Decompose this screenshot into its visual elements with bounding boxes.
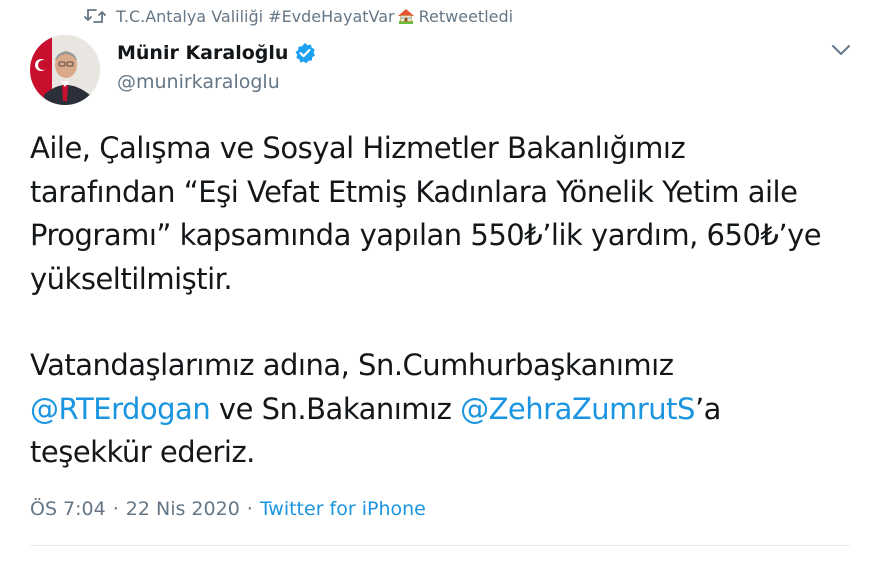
avatar-image xyxy=(30,35,100,105)
verified-badge-icon xyxy=(295,43,316,64)
avatar[interactable] xyxy=(30,35,100,105)
tweet-line: teşekkür ederiz. xyxy=(30,435,255,469)
retweet-icon xyxy=(84,9,106,23)
tweet-meta: ÖS 7:04 · 22 Nis 2020 · Twitter for iPho… xyxy=(30,496,426,522)
tweet-card[interactable]: T.C.Antalya Valiliği #EvdeHayatVar Retwe… xyxy=(0,0,880,565)
tweet-line: tarafından “Eşi Vefat Etmiş Kadınlara Yö… xyxy=(30,174,798,209)
author-display-name[interactable]: Münir Karaloğlu xyxy=(117,42,288,64)
author-handle[interactable]: @munirkaraloglu xyxy=(117,71,316,93)
retweeted-label: Retweetledi xyxy=(418,6,514,26)
house-with-garden-icon xyxy=(397,9,414,24)
tweet-line: Vatandaşlarımız adına, Sn.Cumhurbaşkanım… xyxy=(30,348,674,382)
mention-link[interactable]: @ZehraZumrutS xyxy=(460,392,695,426)
retweeted-by-account[interactable]: T.C.Antalya Valiliği #EvdeHayatVar xyxy=(116,7,395,26)
tweet-text-fragment: ve Sn.Bakanımız xyxy=(210,391,461,426)
meta-separator: · xyxy=(112,498,119,520)
mention-link[interactable]: @RTErdogan xyxy=(30,392,211,426)
tweet-text-fragment: ’a xyxy=(694,391,722,426)
tweet-line: Programı” kapsamında yapılan 550₺’lik ya… xyxy=(30,218,822,252)
tweet-body: Aile, Çalışma ve Sosyal Hizmetler Bakanl… xyxy=(30,127,860,475)
chevron-down-icon[interactable] xyxy=(828,40,854,60)
tweet-line: yükseltilmiştir. xyxy=(30,261,233,296)
tweet-source-link[interactable]: Twitter for iPhone xyxy=(260,498,426,520)
divider xyxy=(30,545,850,546)
meta-separator: · xyxy=(246,498,253,520)
tweet-date[interactable]: 22 Nis 2020 xyxy=(126,498,240,520)
retweet-header: T.C.Antalya Valiliği #EvdeHayatVar Retwe… xyxy=(84,4,513,28)
tweet-time[interactable]: ÖS 7:04 xyxy=(30,498,106,520)
tweet-line: @RTErdogan ve Sn.Bakanımız @ZehraZumrutS… xyxy=(30,388,860,432)
author-block[interactable]: Münir Karaloğlu @munirkaraloglu xyxy=(117,40,316,93)
tweet-line: Aile, Çalışma ve Sosyal Hizmetler Bakanl… xyxy=(30,131,686,165)
